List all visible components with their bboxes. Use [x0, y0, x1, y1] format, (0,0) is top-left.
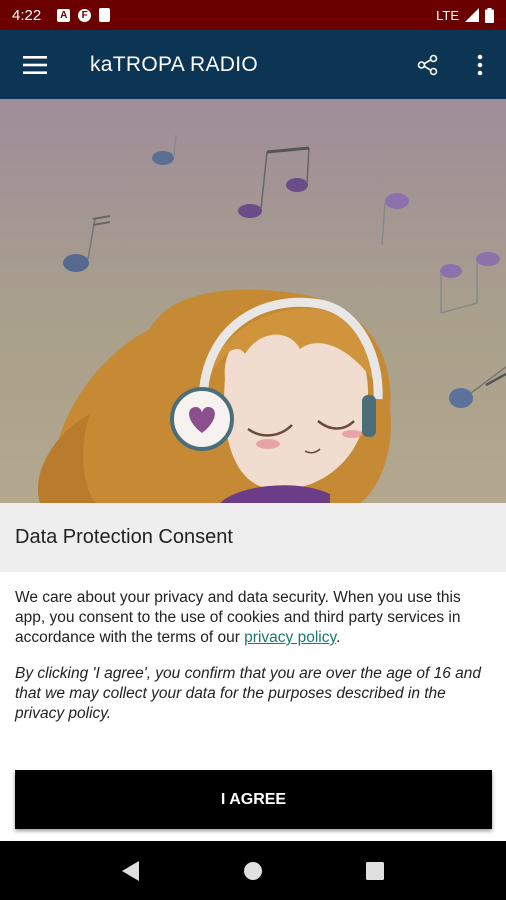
privacy-text: We care about your privacy and data secu…: [15, 589, 461, 646]
back-button[interactable]: [111, 851, 151, 891]
more-vert-icon: [477, 54, 483, 75]
recents-icon: [366, 861, 384, 880]
sd-card-icon: [99, 8, 111, 22]
home-button[interactable]: [233, 851, 273, 891]
battery-icon: [485, 7, 494, 23]
consent-dialog: Data Protection Consent We care about yo…: [0, 503, 506, 841]
share-button[interactable]: [402, 30, 454, 99]
notification-icons: A F: [57, 8, 111, 22]
hero-illustration: [0, 99, 506, 503]
privacy-policy-link[interactable]: privacy policy: [244, 629, 336, 646]
privacy-paragraph: We care about your privacy and data secu…: [15, 588, 491, 648]
share-icon: [417, 54, 438, 75]
more-options-button[interactable]: [454, 30, 506, 99]
network-type: LTE: [436, 7, 459, 23]
app-title: kaTROPA RADIO: [90, 52, 259, 76]
system-icons: LTE: [436, 7, 494, 23]
navigation-bar: [0, 841, 506, 900]
age-notice: By clicking 'I agree', you confirm that …: [15, 665, 482, 722]
home-icon: [244, 861, 262, 880]
music-girl-illustration: [38, 134, 506, 503]
f-icon: F: [78, 8, 92, 22]
app-bar: kaTROPA RADIO: [0, 30, 506, 99]
menu-button[interactable]: [0, 30, 70, 99]
agree-button[interactable]: I AGREE: [15, 770, 492, 829]
status-bar: 4:22 A F LTE: [0, 0, 506, 30]
privacy-text-suffix: .: [336, 629, 341, 646]
dialog-header: Data Protection Consent: [0, 503, 506, 572]
a-icon: A: [57, 8, 71, 22]
menu-icon: [23, 55, 47, 74]
dialog-title: Data Protection Consent: [15, 526, 233, 548]
back-icon: [122, 860, 139, 881]
dialog-body: We care about your privacy and data secu…: [0, 572, 506, 724]
recents-button[interactable]: [355, 851, 395, 891]
signal-icon: [465, 8, 479, 22]
status-time: 4:22: [12, 6, 42, 24]
